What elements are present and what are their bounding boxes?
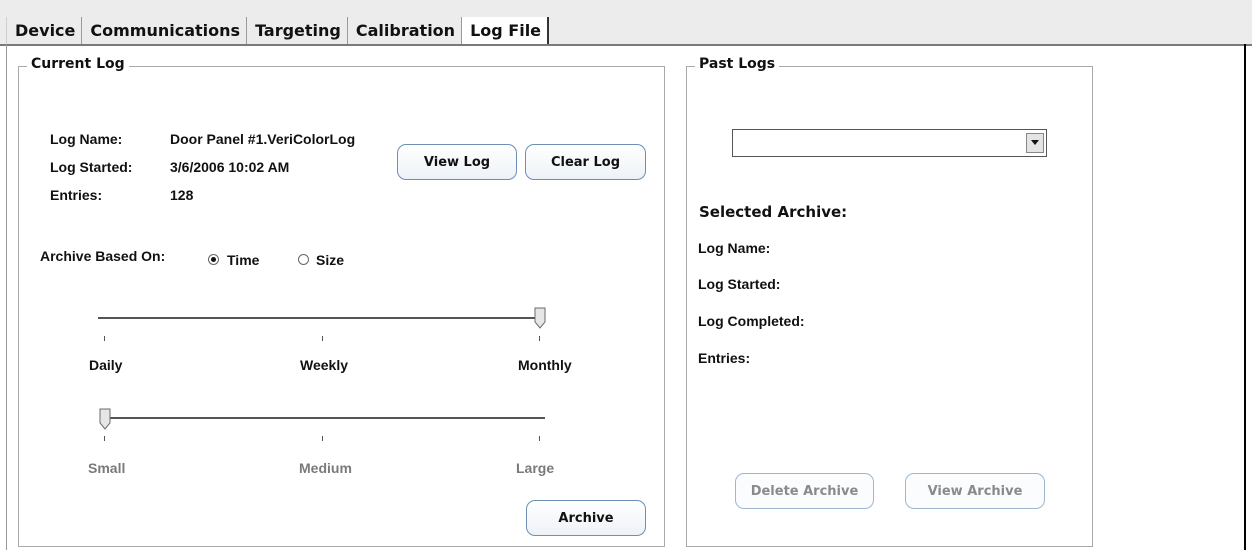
tab-targeting[interactable]: Targeting <box>247 17 348 44</box>
archive-button[interactable]: Archive <box>526 500 646 536</box>
chevron-down-icon[interactable] <box>1026 133 1044 153</box>
past-log-started-label: Log Started: <box>698 276 781 292</box>
time-slider-tick <box>104 336 105 341</box>
current-log-title: Current Log <box>27 56 129 72</box>
tab-log-file[interactable]: Log File <box>462 17 550 44</box>
past-entries-label: Entries: <box>698 350 751 366</box>
time-slider-tick <box>322 336 323 341</box>
size-slider-tick <box>539 436 540 441</box>
past-log-name-label: Log Name: <box>698 240 771 256</box>
time-radio-label[interactable]: Time <box>227 252 259 268</box>
time-slider-label-daily: Daily <box>89 357 123 373</box>
view-archive-button[interactable]: View Archive <box>905 473 1045 509</box>
size-slider-tick <box>322 436 323 441</box>
radio-selected-dot <box>211 257 216 262</box>
entries-label: Entries: <box>50 187 103 203</box>
log-name-label: Log Name: <box>50 131 123 147</box>
size-slider-label-medium: Medium <box>299 460 352 476</box>
tab-bar: Device Communications Targeting Calibrat… <box>0 0 1252 46</box>
panel-left-border <box>6 44 7 550</box>
log-started-value: 3/6/2006 10:02 AM <box>170 159 290 175</box>
tab-strip: Device Communications Targeting Calibrat… <box>6 17 550 44</box>
tab-communications[interactable]: Communications <box>82 17 248 44</box>
tab-underline <box>0 44 1252 46</box>
log-started-label: Log Started: <box>50 159 133 175</box>
panel-right-border <box>1244 44 1246 550</box>
time-slider-tick <box>539 336 540 341</box>
time-slider-track[interactable] <box>98 317 544 319</box>
log-name-value: Door Panel #1.VeriColorLog <box>170 131 356 147</box>
size-slider-tick <box>104 436 105 441</box>
view-log-button[interactable]: View Log <box>397 144 517 180</box>
size-slider-track[interactable] <box>104 417 545 419</box>
time-radio[interactable] <box>208 254 219 265</box>
tab-device[interactable]: Device <box>7 17 83 44</box>
past-log-completed-label: Log Completed: <box>698 313 805 329</box>
entries-value: 128 <box>170 187 194 203</box>
selected-archive-heading: Selected Archive: <box>699 203 848 221</box>
time-slider-label-weekly: Weekly <box>300 357 348 373</box>
clear-log-button[interactable]: Clear Log <box>525 144 646 180</box>
size-slider-label-large: Large <box>516 460 555 476</box>
archive-based-on-label: Archive Based On: <box>40 248 166 264</box>
size-slider-thumb[interactable] <box>99 408 111 430</box>
time-slider-label-monthly: Monthly <box>518 357 572 373</box>
past-logs-dropdown[interactable] <box>732 129 1047 157</box>
time-slider-thumb[interactable] <box>534 307 546 329</box>
size-radio[interactable] <box>298 254 309 265</box>
dropdown-arrow-glyph <box>1031 140 1039 145</box>
past-logs-title: Past Logs <box>695 56 780 72</box>
size-radio-label[interactable]: Size <box>316 252 344 268</box>
delete-archive-button[interactable]: Delete Archive <box>735 473 874 509</box>
size-slider-label-small: Small <box>88 460 126 476</box>
tab-calibration[interactable]: Calibration <box>348 17 463 44</box>
